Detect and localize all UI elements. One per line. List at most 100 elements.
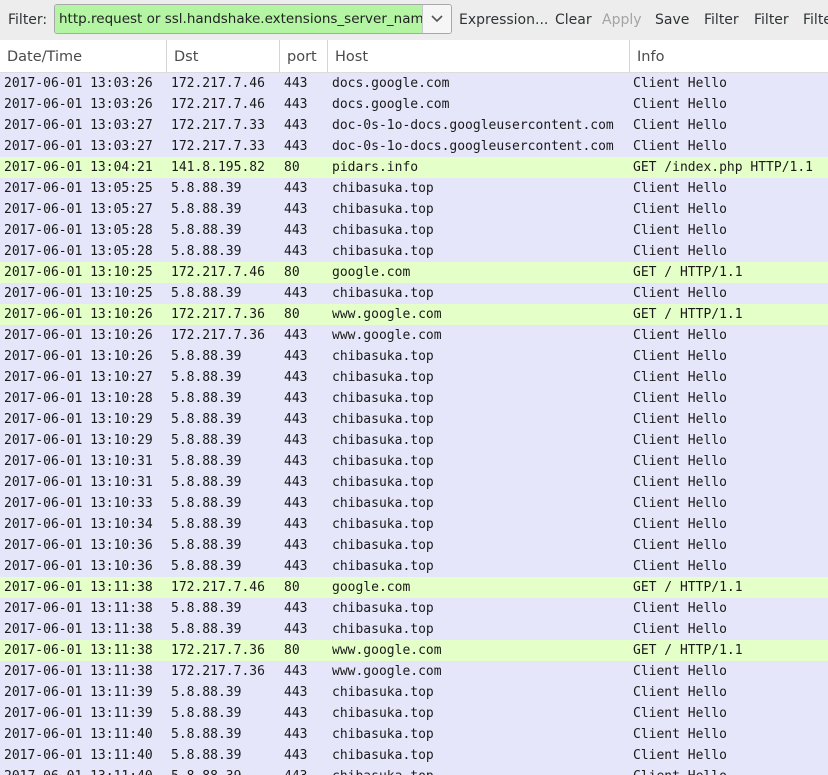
cell-datetime: 2017-06-01 13:10:29	[4, 433, 153, 448]
cell-dst: 5.8.88.39	[171, 601, 242, 616]
packet-row[interactable]: 2017-06-01 13:03:27 172.217.7.33 443 doc-0s…	[0, 136, 828, 157]
cell-datetime: 2017-06-01 13:03:26	[4, 76, 153, 91]
cell-info: Client Hello	[633, 496, 727, 511]
filter-label: Filter:	[8, 12, 48, 28]
save-button[interactable]: Save	[655, 0, 689, 40]
packet-row[interactable]: 2017-06-01 13:11:38 172.217.7.36 443 www.go…	[0, 661, 828, 682]
packet-row[interactable]: 2017-06-01 13:03:27 172.217.7.33 443 doc-0s…	[0, 115, 828, 136]
expression-button[interactable]: Expression...	[459, 0, 548, 40]
cell-datetime: 2017-06-01 13:11:38	[4, 664, 153, 679]
packet-row[interactable]: 2017-06-01 13:10:28 5.8.88.39 443 chibasuka…	[0, 388, 828, 409]
packet-row[interactable]: 2017-06-01 13:11:39 5.8.88.39 443 chibasuka…	[0, 682, 828, 703]
packet-row[interactable]: 2017-06-01 13:11:38 5.8.88.39 443 chibasuka…	[0, 619, 828, 640]
cell-host: chibasuka.top	[332, 454, 434, 469]
filter-button-1[interactable]: Filter	[704, 0, 739, 40]
cell-host: chibasuka.top	[332, 622, 434, 637]
packet-row[interactable]: 2017-06-01 13:11:40 5.8.88.39 443 chibasuka…	[0, 745, 828, 766]
cell-port: 443	[284, 496, 308, 511]
filter-button-2[interactable]: Filter	[754, 0, 789, 40]
packet-row[interactable]: 2017-06-01 13:10:29 5.8.88.39 443 chibasuka…	[0, 430, 828, 451]
cell-port: 443	[284, 286, 308, 301]
cell-info: Client Hello	[633, 475, 727, 490]
packet-row[interactable]: 2017-06-01 13:05:28 5.8.88.39 443 chibasuka…	[0, 220, 828, 241]
cell-datetime: 2017-06-01 13:10:36	[4, 559, 153, 574]
cell-datetime: 2017-06-01 13:10:26	[4, 328, 153, 343]
column-header-dst[interactable]: Dst	[166, 40, 279, 72]
packet-row[interactable]: 2017-06-01 13:10:25 5.8.88.39 443 chibasuka…	[0, 283, 828, 304]
packet-row[interactable]: 2017-06-01 13:04:21 141.8.195.82 80 pidars.…	[0, 157, 828, 178]
packet-row[interactable]: 2017-06-01 13:05:27 5.8.88.39 443 chibasuka…	[0, 199, 828, 220]
packet-row[interactable]: 2017-06-01 13:10:31 5.8.88.39 443 chibasuka…	[0, 451, 828, 472]
cell-host: chibasuka.top	[332, 727, 434, 742]
packet-row[interactable]: 2017-06-01 13:11:38 5.8.88.39 443 chibasuka…	[0, 598, 828, 619]
display-filter-input[interactable]	[55, 5, 423, 33]
cell-port: 80	[284, 643, 300, 658]
packet-row[interactable]: 2017-06-01 13:11:40 5.8.88.39 443 chibasuka…	[0, 766, 828, 775]
cell-info: GET /index.php HTTP/1.1	[633, 160, 814, 175]
cell-host: www.google.com	[332, 643, 442, 658]
cell-datetime: 2017-06-01 13:10:31	[4, 475, 153, 490]
cell-host: chibasuka.top	[332, 496, 434, 511]
cell-dst: 172.217.7.36	[171, 643, 265, 658]
cell-datetime: 2017-06-01 13:10:29	[4, 412, 153, 427]
column-header-datetime[interactable]: Date/Time	[0, 40, 166, 72]
cell-info: Client Hello	[633, 601, 727, 616]
clear-button[interactable]: Clear	[555, 0, 592, 40]
cell-port: 443	[284, 601, 308, 616]
cell-dst: 5.8.88.39	[171, 370, 242, 385]
packet-row[interactable]: 2017-06-01 13:05:25 5.8.88.39 443 chibasuka…	[0, 178, 828, 199]
filter-button-3[interactable]: Filte	[803, 0, 828, 40]
packet-row[interactable]: 2017-06-01 13:10:26 172.217.7.36 443 www.go…	[0, 325, 828, 346]
cell-info: Client Hello	[633, 286, 727, 301]
packet-row[interactable]: 2017-06-01 13:05:28 5.8.88.39 443 chibasuka…	[0, 241, 828, 262]
cell-port: 443	[284, 97, 308, 112]
packet-row[interactable]: 2017-06-01 13:10:26 172.217.7.36 80 www.goo…	[0, 304, 828, 325]
cell-datetime: 2017-06-01 13:05:28	[4, 244, 153, 259]
cell-datetime: 2017-06-01 13:11:38	[4, 622, 153, 637]
column-header-host[interactable]: Host	[327, 40, 629, 72]
cell-datetime: 2017-06-01 13:10:25	[4, 265, 153, 280]
cell-host: doc-0s-1o-docs.googleusercontent.com	[332, 139, 614, 154]
cell-dst: 5.8.88.39	[171, 286, 242, 301]
cell-info: Client Hello	[633, 223, 727, 238]
packet-row[interactable]: 2017-06-01 13:11:40 5.8.88.39 443 chibasuka…	[0, 724, 828, 745]
cell-host: chibasuka.top	[332, 538, 434, 553]
cell-dst: 5.8.88.39	[171, 412, 242, 427]
column-header-port[interactable]: port	[279, 40, 327, 72]
packet-row[interactable]: 2017-06-01 13:03:26 172.217.7.46 443 docs.g…	[0, 73, 828, 94]
packet-row[interactable]: 2017-06-01 13:10:27 5.8.88.39 443 chibasuka…	[0, 367, 828, 388]
cell-datetime: 2017-06-01 13:11:38	[4, 601, 153, 616]
packet-row[interactable]: 2017-06-01 13:03:26 172.217.7.46 443 docs.g…	[0, 94, 828, 115]
filter-history-dropdown[interactable]	[422, 5, 451, 33]
packet-row[interactable]: 2017-06-01 13:10:36 5.8.88.39 443 chibasuka…	[0, 535, 828, 556]
cell-dst: 5.8.88.39	[171, 391, 242, 406]
cell-dst: 5.8.88.39	[171, 685, 242, 700]
packet-row[interactable]: 2017-06-01 13:11:39 5.8.88.39 443 chibasuka…	[0, 703, 828, 724]
apply-button[interactable]: Apply	[602, 0, 642, 40]
packet-list[interactable]: 2017-06-01 13:03:26 172.217.7.46 443 docs.g…	[0, 73, 828, 775]
cell-info: Client Hello	[633, 139, 727, 154]
packet-row[interactable]: 2017-06-01 13:10:31 5.8.88.39 443 chibasuka…	[0, 472, 828, 493]
cell-info: Client Hello	[633, 412, 727, 427]
packet-row[interactable]: 2017-06-01 13:10:34 5.8.88.39 443 chibasuka…	[0, 514, 828, 535]
cell-host: chibasuka.top	[332, 391, 434, 406]
packet-row[interactable]: 2017-06-01 13:10:29 5.8.88.39 443 chibasuka…	[0, 409, 828, 430]
cell-info: Client Hello	[633, 454, 727, 469]
packet-row[interactable]: 2017-06-01 13:11:38 172.217.7.46 80 google.…	[0, 577, 828, 598]
display-filter-combo[interactable]	[54, 4, 452, 34]
cell-port: 443	[284, 559, 308, 574]
cell-dst: 172.217.7.46	[171, 265, 265, 280]
cell-dst: 5.8.88.39	[171, 475, 242, 490]
packet-row[interactable]: 2017-06-01 13:10:25 172.217.7.46 80 google.…	[0, 262, 828, 283]
cell-port: 443	[284, 538, 308, 553]
cell-datetime: 2017-06-01 13:11:40	[4, 766, 166, 775]
packet-row[interactable]: 2017-06-01 13:10:26 5.8.88.39 443 chibasuka…	[0, 346, 828, 367]
cell-datetime: 2017-06-01 13:03:26	[4, 97, 153, 112]
column-header-info[interactable]: Info	[629, 40, 828, 72]
packet-row[interactable]: 2017-06-01 13:10:36 5.8.88.39 443 chibasuka…	[0, 556, 828, 577]
packet-row[interactable]: 2017-06-01 13:11:38 172.217.7.36 80 www.goo…	[0, 640, 828, 661]
packet-row[interactable]: 2017-06-01 13:10:33 5.8.88.39 443 chibasuka…	[0, 493, 828, 514]
cell-port: 443	[284, 706, 308, 721]
cell-datetime: 2017-06-01 13:10:26	[4, 307, 153, 322]
cell-datetime: 2017-06-01 13:11:38	[4, 580, 153, 595]
